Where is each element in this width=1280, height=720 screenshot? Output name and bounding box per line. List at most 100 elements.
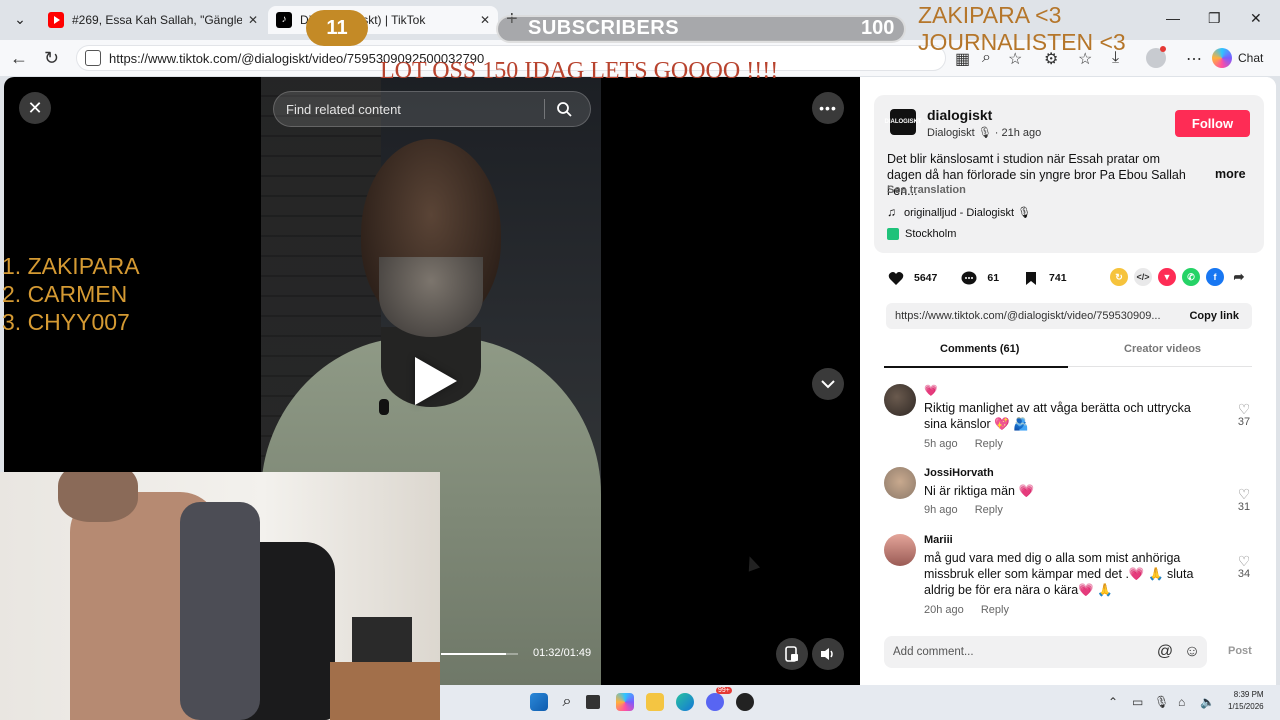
comment-count: 61 [987,272,1000,284]
discord-icon[interactable]: 99+ [706,687,732,711]
description-card: DIALOGISKT dialogiskt Dialogiskt 🎙 · 21h… [874,95,1264,253]
volume-icon[interactable]: 🔈 [1200,695,1215,709]
reply-button[interactable]: Reply [975,438,1003,450]
see-translation-link[interactable]: See translation [887,184,966,196]
search-icon[interactable] [545,101,583,117]
channel-name[interactable]: dialogiskt [927,107,992,123]
more-options-icon[interactable]: ••• [812,92,844,124]
hidden-icons-chevron-icon[interactable]: ⌃ [1108,695,1118,709]
shoutout-line: JOURNALISTEN <3 [918,29,1126,55]
maximize-icon[interactable]: ❐ [1208,10,1221,27]
copy-link-button[interactable]: Copy link [1179,310,1252,322]
like-button[interactable]: 5647 [886,268,937,288]
battery-icon[interactable]: ▭ [1132,695,1143,709]
comment-username[interactable]: JossiHorvath [924,467,994,479]
comment-meta: 5h ago Reply [924,438,1003,450]
comment-username[interactable]: 💗 [924,384,938,397]
obs-icon[interactable] [736,693,754,711]
desk [330,662,440,720]
refresh-icon[interactable]: ↻ [44,48,59,69]
channel-logo[interactable]: DIALOGISKT [885,109,922,135]
post-button[interactable]: Post [1228,645,1252,657]
comment-like-count: 34 [1237,568,1251,580]
emoji-icon[interactable]: ☺ [1180,643,1204,661]
avatar[interactable] [884,467,916,499]
comment-item: JossiHorvath Ni är riktiga män 💗 9h ago … [884,467,1254,519]
avatar[interactable] [884,384,916,416]
mic-icon[interactable]: 🎙 [1154,695,1169,709]
comment-like[interactable]: ♡ 37 [1234,402,1254,428]
repost-icon[interactable]: ↻ [1110,268,1128,286]
search-icon[interactable]: ⌕ [558,693,576,711]
menu-dots-icon[interactable]: ⋯ [1186,49,1202,69]
heart-outline-icon: ♡ [1237,486,1251,502]
chevron-down-icon[interactable] [812,368,844,400]
play-icon[interactable] [415,357,457,405]
facebook-icon[interactable]: f [1206,268,1224,286]
subscriber-goal: 100 [861,17,895,39]
related-search-bar[interactable] [273,91,591,127]
audio-link[interactable]: ♫ originalljud - Dialogiskt 🎙 [887,205,1031,219]
video-time: 01:32/01:49 [533,647,592,659]
share-arrow-icon[interactable]: ➦ [1230,268,1248,286]
comment-username[interactable]: Mariii [924,534,953,546]
save-button[interactable]: 741 [1021,268,1067,288]
audio-label: originalljud - Dialogiskt 🎙 [904,206,1032,219]
comment-like[interactable]: ♡ 31 [1234,487,1254,513]
close-icon[interactable]: ✕ [19,92,51,124]
reply-button[interactable]: Reply [975,504,1003,516]
network-icon[interactable]: ⌂ [1178,695,1185,709]
send-icon[interactable]: ▼ [1158,268,1176,286]
system-clock[interactable]: 8:39 PM 1/15/2026 [1228,689,1264,713]
edge-icon[interactable] [676,693,694,711]
reply-button[interactable]: Reply [981,604,1009,616]
video-person-beard [379,257,483,337]
embed-icon[interactable]: </> [1134,268,1152,286]
search-input[interactable] [274,101,544,117]
leaderboard-entry: 1. ZAKIPARA [2,253,140,279]
start-icon[interactable] [530,693,548,711]
share-url: https://www.tiktok.com/@dialogiskt/video… [895,310,1161,322]
more-link[interactable]: more [1215,167,1246,181]
copilot-chat-button[interactable]: Chat [1212,48,1263,68]
channel-meta: Dialogiskt 🎙 · 21h ago [927,127,1042,139]
miniplayer-icon[interactable] [776,638,808,670]
chat-label: Chat [1238,51,1264,65]
leaderboard-entry: 2. CARMEN [2,281,128,307]
whatsapp-icon[interactable]: ✆ [1182,268,1200,286]
browser-tab-youtube[interactable]: #269, Essa Kah Sallah, "Gängledar ✕ [40,6,266,34]
windows-taskbar: ⌕ 99+ ⌃ ▭ 🎙 ⌂ 🔈 8:39 PM 1/15/2026 [440,685,1280,720]
comment-input[interactable] [884,646,1153,658]
comment-text: Ni är riktiga män 💗 [924,484,1035,498]
location-tag[interactable]: Stockholm [887,228,956,240]
back-icon[interactable]: ← [10,48,28,69]
active-tab-indicator [884,366,1068,368]
site-info-icon[interactable] [85,50,101,66]
minimize-icon[interactable]: — [1166,10,1180,26]
tab-list-button[interactable]: ⌄ [8,8,32,30]
volume-icon[interactable] [812,638,844,670]
copilot-icon[interactable] [616,693,634,711]
progress-fill [441,653,507,655]
comment-like[interactable]: ♡ 34 [1234,554,1254,580]
copilot-icon [1212,48,1232,68]
shoutout-line: ZAKIPARA <3 [918,2,1062,28]
mention-icon[interactable]: @ [1153,643,1177,661]
avatar[interactable] [884,534,916,566]
close-window-icon[interactable]: ✕ [1250,10,1262,27]
heart-outline-icon: ♡ [1237,553,1251,569]
task-view-icon[interactable] [586,695,600,709]
follow-button[interactable]: Follow [1175,110,1250,137]
comment-button[interactable]: 61 [959,268,999,288]
comment-time: 5h ago [924,438,958,450]
subscriber-goal-bar: 11 SUBSCRIBERS 100 [306,10,906,46]
file-explorer-icon[interactable] [646,693,664,711]
progress-bar[interactable] [441,653,518,655]
close-icon[interactable]: ✕ [248,13,258,27]
monitor [352,617,412,662]
tab-creator-videos[interactable]: Creator videos [1124,343,1201,355]
comment-time: 20h ago [924,604,964,616]
comment-text: må gud vara med dig o alla som mist anhö… [924,551,1194,597]
share-buttons: ↻ </> ▼ ✆ f ➦ [1110,268,1254,286]
tab-comments[interactable]: Comments (61) [940,343,1019,355]
